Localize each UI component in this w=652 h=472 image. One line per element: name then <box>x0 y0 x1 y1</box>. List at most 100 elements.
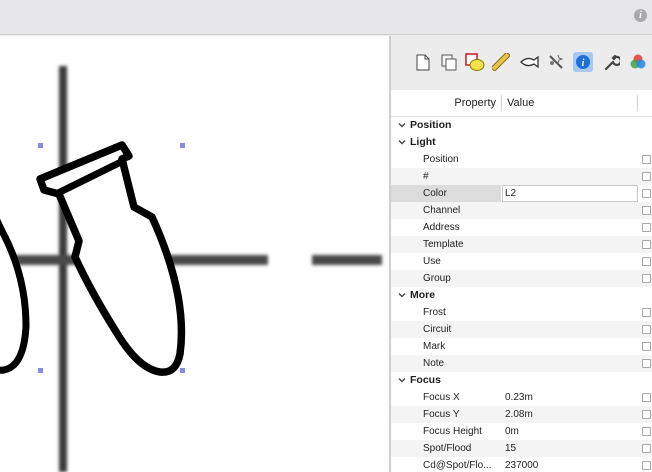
property-row[interactable]: Mark <box>391 338 652 355</box>
property-row[interactable]: Note <box>391 355 652 372</box>
property-row[interactable]: Use <box>391 253 652 270</box>
instrument-symbol-left[interactable] <box>0 206 30 374</box>
drawing-canvas[interactable] <box>0 36 389 472</box>
property-name: Note <box>423 358 445 369</box>
property-checkbox[interactable] <box>642 325 651 334</box>
property-row[interactable]: Address <box>391 219 652 236</box>
chevron-down-icon[interactable] <box>397 290 407 300</box>
property-checkbox[interactable] <box>642 155 651 164</box>
selection-handle[interactable] <box>38 143 43 148</box>
property-value[interactable]: 237000 <box>505 460 538 471</box>
property-row[interactable]: Spot/Flood 15 <box>391 440 652 457</box>
property-checkbox[interactable] <box>642 172 651 181</box>
info-icon[interactable]: i <box>634 9 647 22</box>
property-name: # <box>423 171 429 182</box>
horizontal-guide-right <box>312 255 382 265</box>
property-checkbox[interactable] <box>642 342 651 351</box>
group-row[interactable]: More <box>391 287 652 304</box>
property-checkbox[interactable] <box>642 427 651 436</box>
property-table: Property Value Position Light Position # Col… <box>391 90 652 472</box>
property-row[interactable]: Color L2 <box>391 185 652 202</box>
group-label: Light <box>410 136 436 148</box>
property-value[interactable]: 0.23m <box>505 392 533 403</box>
property-name: Use <box>423 256 441 267</box>
chevron-down-icon[interactable] <box>397 375 407 385</box>
chevron-down-icon[interactable] <box>397 120 407 130</box>
crosshair-guides <box>0 66 382 472</box>
property-checkbox[interactable] <box>642 257 651 266</box>
property-name: Color <box>423 188 447 199</box>
header-property[interactable]: Property <box>391 97 496 109</box>
property-checkbox[interactable] <box>642 410 651 419</box>
property-checkbox[interactable] <box>642 393 651 402</box>
app-window: i i Property Value Position Light Positi… <box>0 0 652 472</box>
color-wheel-icon[interactable] <box>628 52 648 72</box>
property-row[interactable]: Template <box>391 236 652 253</box>
wrench-icon[interactable] <box>601 52 621 72</box>
column-separator[interactable] <box>637 95 638 111</box>
fish-icon[interactable] <box>519 52 539 72</box>
property-row[interactable]: Focus Height 0m <box>391 423 652 440</box>
property-name: Template <box>423 239 464 250</box>
header-value[interactable]: Value <box>507 97 534 109</box>
property-row[interactable]: Position <box>391 151 652 168</box>
info-icon[interactable]: i <box>573 52 593 72</box>
group-label: More <box>410 289 436 301</box>
property-row[interactable]: # <box>391 168 652 185</box>
property-row[interactable]: Frost <box>391 304 652 321</box>
property-row[interactable]: Focus X 0.23m <box>391 389 652 406</box>
property-name: Channel <box>423 205 461 216</box>
property-name: Group <box>423 273 451 284</box>
property-value[interactable]: L2 <box>505 188 516 199</box>
svg-text:i: i <box>582 58 585 69</box>
property-row[interactable]: Channel <box>391 202 652 219</box>
column-separator[interactable] <box>501 95 502 111</box>
property-checkbox[interactable] <box>642 223 651 232</box>
vertical-guide <box>59 66 67 472</box>
inspector-toolbar: i <box>391 36 652 88</box>
property-value[interactable]: 2.08m <box>505 409 533 420</box>
property-name: Focus Height <box>423 426 482 437</box>
group-row[interactable]: Focus <box>391 372 652 389</box>
property-checkbox[interactable] <box>642 308 651 317</box>
property-name: Position <box>423 154 459 165</box>
group-label: Focus <box>410 374 441 386</box>
group-row[interactable]: Light <box>391 134 652 151</box>
chevron-down-icon[interactable] <box>397 137 407 147</box>
property-value[interactable]: 15 <box>505 443 516 454</box>
group-row[interactable]: Position <box>391 117 652 134</box>
property-checkbox[interactable] <box>642 274 651 283</box>
property-checkbox[interactable] <box>642 444 651 453</box>
property-checkbox[interactable] <box>642 189 651 198</box>
new-document-icon[interactable] <box>413 52 433 72</box>
property-row[interactable]: Cd@Spot/Flo... 237000 <box>391 457 652 472</box>
property-checkbox[interactable] <box>642 461 651 470</box>
property-name: Address <box>423 222 460 233</box>
property-row[interactable]: Circuit <box>391 321 652 338</box>
property-name: Frost <box>423 307 446 318</box>
property-name: Mark <box>423 341 446 352</box>
property-name: Circuit <box>423 324 452 335</box>
shapes-icon[interactable] <box>465 52 485 72</box>
property-name: Focus X <box>423 392 460 403</box>
duplicate-icon[interactable] <box>439 52 459 72</box>
property-value[interactable]: 0m <box>505 426 519 437</box>
selection-handle[interactable] <box>180 143 185 148</box>
property-row[interactable]: Group <box>391 270 652 287</box>
selection-handle[interactable] <box>38 368 43 373</box>
selection-handle[interactable] <box>180 368 185 373</box>
property-name: Focus Y <box>423 409 460 420</box>
property-rows: Position Light Position # Color L2 Channel Addr… <box>391 117 652 472</box>
property-checkbox[interactable] <box>642 206 651 215</box>
canvas-drawing <box>0 66 382 472</box>
property-checkbox[interactable] <box>642 240 651 249</box>
inspector-panel: i Property Value Position Light Position # C… <box>391 36 652 472</box>
property-name: Spot/Flood <box>423 443 472 454</box>
top-bar: i <box>0 0 652 35</box>
value-edit-field[interactable] <box>502 185 638 202</box>
property-checkbox[interactable] <box>642 359 651 368</box>
magic-wand-icon[interactable] <box>546 52 566 72</box>
table-header: Property Value <box>391 90 652 117</box>
property-row[interactable]: Focus Y 2.08m <box>391 406 652 423</box>
ruler-icon[interactable] <box>491 52 511 72</box>
